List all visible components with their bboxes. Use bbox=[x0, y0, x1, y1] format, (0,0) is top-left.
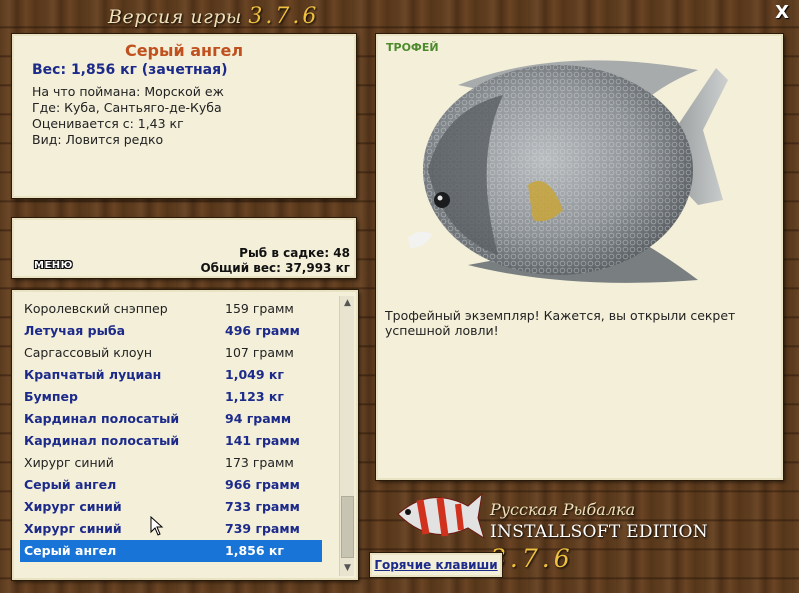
logo-edition-text: INSTALLSOFT EDITION bbox=[490, 522, 708, 542]
catch-list-rows: Королевский снэппер 159 грамм Летучая рыба… bbox=[20, 298, 322, 562]
fish-name: Серый ангел bbox=[124, 41, 244, 60]
catch-item-weight: 173 грамм bbox=[225, 455, 294, 470]
trophy-picture-panel: ТРОФЕЙ Трофейный экземпляр! Кажется, вы … bbox=[376, 34, 783, 480]
window-title-version: 3.7.6 bbox=[248, 4, 320, 29]
catch-item-name: Кардинал полосатый bbox=[24, 433, 180, 448]
catch-item-name: Хирург синий bbox=[24, 521, 122, 536]
catch-list-scrollbar[interactable]: ▲ ▼ bbox=[339, 296, 354, 576]
logo-fish-icon bbox=[397, 492, 485, 540]
fish-info-panel: Серый ангел Вес: 1,856 кг (зачетная) На … bbox=[12, 34, 356, 198]
catch-list-item[interactable]: Бумпер 1,123 кг bbox=[20, 386, 322, 408]
catch-list-item[interactable]: Кардинал полосатый 141 грамм bbox=[20, 430, 322, 452]
catch-item-name: Королевский снэппер bbox=[24, 301, 168, 316]
window-title: Версия игры 3.7.6 bbox=[108, 4, 319, 29]
catch-list-item[interactable]: Хирург синий 733 грамм bbox=[20, 496, 322, 518]
close-icon[interactable]: X bbox=[775, 2, 789, 23]
catch-item-weight: 496 грамм bbox=[225, 323, 300, 338]
catch-item-name: Крапчатый луциан bbox=[24, 367, 162, 382]
logo-brand: Русская Рыбалка bbox=[490, 500, 636, 519]
fish-kind: Вид: Ловится редко bbox=[32, 132, 164, 147]
catch-item-name: Хирург синий bbox=[24, 499, 122, 514]
catch-item-weight: 966 грамм bbox=[225, 477, 300, 492]
total-weight: Общий вес: 37,993 кг bbox=[200, 261, 350, 275]
gray-angelfish-image bbox=[408, 60, 728, 283]
keepnet-stats-panel: МЕНЮ Рыб в садке: 48 Общий вес: 37,993 к… bbox=[12, 218, 356, 278]
catch-item-weight: 739 грамм bbox=[225, 521, 300, 536]
catch-item-name: Саргассовый клоун bbox=[24, 345, 153, 360]
catch-list-item[interactable]: Королевский снэппер 159 грамм bbox=[20, 298, 322, 320]
hotkeys-label[interactable]: Горячие клавиши bbox=[374, 558, 497, 572]
catch-item-name: Серый ангел bbox=[24, 543, 117, 558]
catch-list-item[interactable]: Хирург синий 173 грамм bbox=[20, 452, 322, 474]
catch-list-item[interactable]: Саргассовый клоун 107 грамм bbox=[20, 342, 322, 364]
catch-item-name: Кардинал полосатый bbox=[24, 411, 180, 426]
catch-item-weight: 107 грамм bbox=[225, 345, 294, 360]
catch-item-name: Хирург синий bbox=[24, 455, 114, 470]
catch-item-name: Бумпер bbox=[24, 389, 78, 404]
hotkeys-button[interactable]: Горячие клавиши bbox=[370, 553, 502, 577]
scrollbar-thumb[interactable] bbox=[341, 496, 354, 558]
fish-weight: Вес: 1,856 кг (зачетная) bbox=[32, 62, 228, 78]
catch-item-name: Серый ангел bbox=[24, 477, 117, 492]
catch-list-item[interactable]: Крапчатый луциан 1,049 кг bbox=[20, 364, 322, 386]
catch-list-item[interactable]: Хирург синий 739 грамм bbox=[20, 518, 322, 540]
mouse-cursor-icon bbox=[150, 516, 164, 536]
catch-list-item[interactable]: Летучая рыба 496 грамм bbox=[20, 320, 322, 342]
scroll-down-arrow-icon[interactable]: ▼ bbox=[340, 561, 355, 576]
catch-item-weight: 1,049 кг bbox=[225, 367, 284, 382]
logo-version: 3.7.6 bbox=[490, 544, 574, 573]
fish-place: Где: Куба, Сантьяго-де-Куба bbox=[32, 100, 222, 115]
catch-list-item[interactable]: Серый ангел 1,856 кг bbox=[20, 540, 322, 562]
scroll-up-arrow-icon[interactable]: ▲ bbox=[340, 296, 355, 311]
catch-item-weight: 159 грамм bbox=[225, 301, 294, 316]
fish-valued: Оценивается с: 1,43 кг bbox=[32, 116, 184, 131]
catch-item-weight: 733 грамм bbox=[225, 499, 300, 514]
window-title-prefix: Версия игры bbox=[108, 6, 242, 28]
fish-bait: На что поймана: Морской еж bbox=[32, 84, 224, 99]
catch-item-weight: 1,123 кг bbox=[225, 389, 284, 404]
fish-count: Рыб в садке: 48 bbox=[239, 246, 350, 260]
trophy-description: Трофейный экземпляр! Кажется, вы открыли… bbox=[385, 308, 736, 338]
catch-item-weight: 1,856 кг bbox=[225, 543, 284, 558]
catch-list[interactable]: Королевский снэппер 159 грамм Летучая рыба… bbox=[12, 290, 358, 580]
catch-list-item[interactable]: Серый ангел 966 грамм bbox=[20, 474, 322, 496]
catch-item-name: Летучая рыба bbox=[24, 323, 126, 338]
catch-item-weight: 141 грамм bbox=[225, 433, 300, 448]
game-logo: Русская Рыбалка INSTALLSOFT EDITION 3.7.… bbox=[390, 484, 790, 573]
menu-button[interactable]: МЕНЮ bbox=[34, 260, 73, 271]
catch-list-item[interactable]: Кардинал полосатый 94 грамм bbox=[20, 408, 322, 430]
catch-item-weight: 94 грамм bbox=[225, 411, 292, 426]
logo-edition: INSTALLSOFT EDITION 3.7.6 bbox=[490, 522, 790, 573]
